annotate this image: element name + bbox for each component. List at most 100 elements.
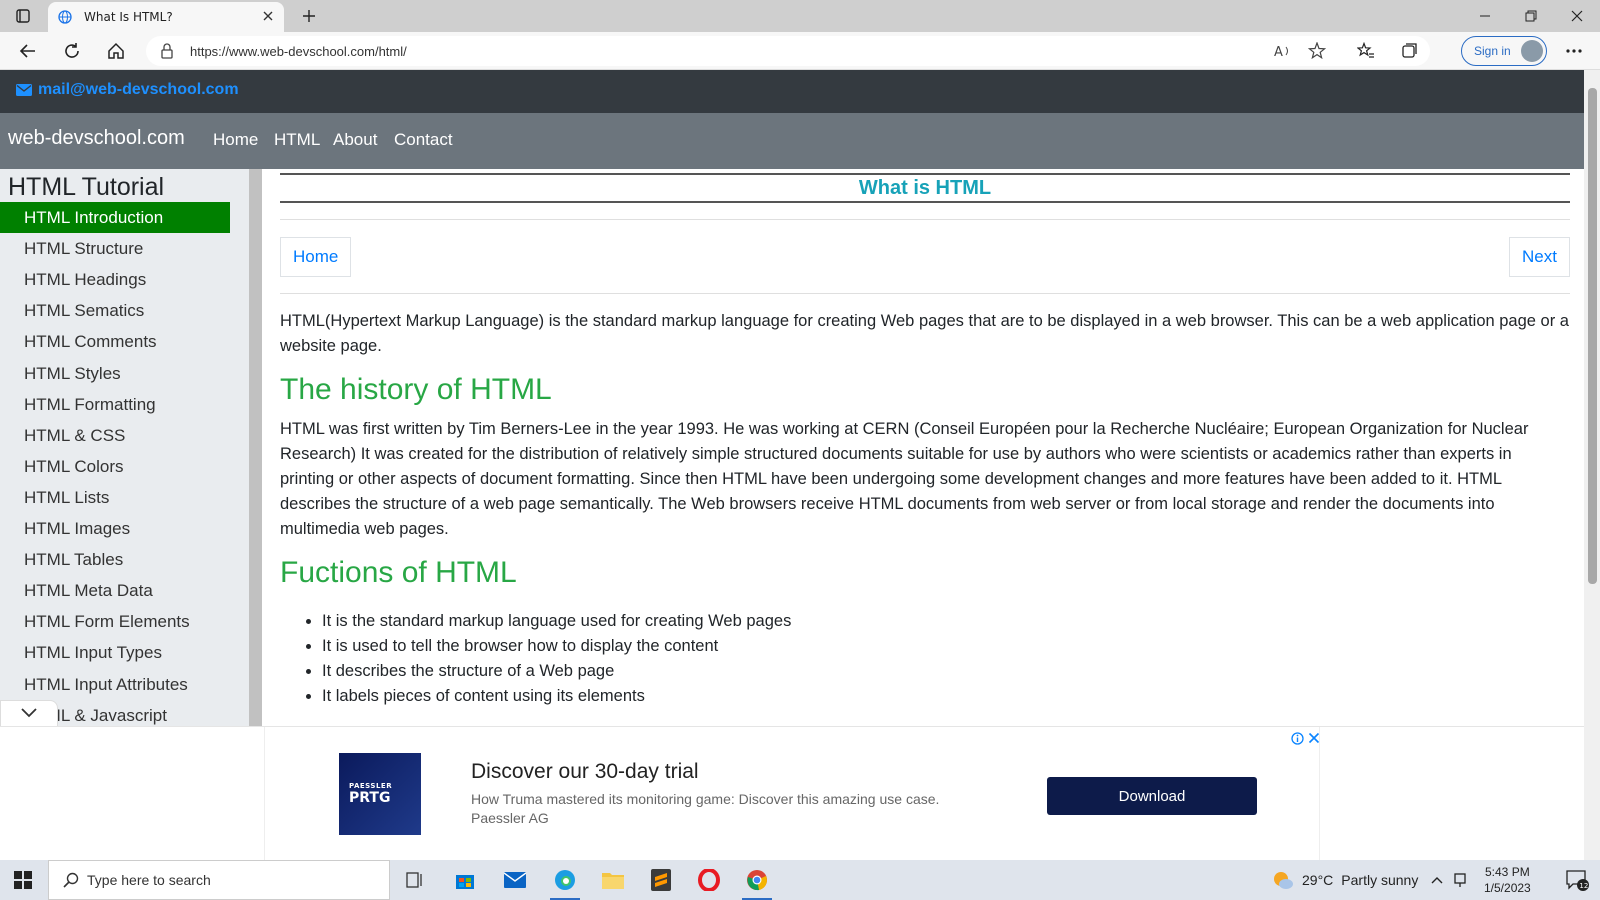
nav-home[interactable]: Home — [213, 130, 258, 150]
email-text: mail@web-devschool.com — [38, 81, 239, 98]
envelope-icon — [16, 84, 32, 96]
ad-container[interactable]: PAESSLER PRTG Discover our 30-day trial … — [264, 727, 1320, 861]
network-icon[interactable] — [1448, 860, 1472, 900]
system-clock[interactable]: 5:43 PM 1/5/2023 — [1484, 864, 1531, 896]
ad-logo[interactable]: PAESSLER PRTG — [339, 753, 421, 835]
back-icon[interactable] — [8, 32, 48, 70]
clock-date: 1/5/2023 — [1484, 881, 1531, 895]
file-explorer-icon[interactable] — [590, 860, 636, 900]
task-view-icon[interactable] — [392, 860, 438, 900]
tab-title: What Is HTML? — [84, 10, 173, 24]
mail-icon[interactable] — [492, 860, 538, 900]
sidebar-item[interactable]: HTML Form Elements — [0, 606, 230, 637]
home-icon[interactable] — [96, 32, 136, 70]
avatar — [1521, 40, 1543, 62]
functions-heading: Fuctions of HTML — [280, 556, 517, 589]
sign-in-label: Sign in — [1474, 44, 1511, 58]
close-tab-icon[interactable] — [262, 10, 274, 22]
weather-widget[interactable]: 29°C Partly sunny — [1272, 870, 1418, 890]
refresh-icon[interactable] — [52, 32, 92, 70]
scrollbar-thumb[interactable] — [1588, 88, 1597, 584]
chrome-icon[interactable] — [734, 860, 780, 900]
sign-in-button[interactable]: Sign in — [1461, 36, 1547, 66]
list-item: It is used to tell the browser how to di… — [322, 634, 791, 659]
chevron-up-icon[interactable] — [1426, 860, 1448, 900]
list-item: It labels pieces of content using its el… — [322, 684, 791, 709]
opera-icon[interactable] — [686, 860, 732, 900]
nav-contact[interactable]: Contact — [394, 130, 453, 150]
browser-tab[interactable]: What Is HTML? — [48, 2, 284, 32]
sidebar-item[interactable]: HTML Lists — [0, 482, 230, 513]
sidebar-title: HTML Tutorial — [8, 173, 165, 201]
sidebar-item[interactable]: HTML Input Attributes — [0, 669, 230, 700]
clock-time: 5:43 PM — [1485, 865, 1530, 879]
collections-icon[interactable] — [1390, 32, 1430, 70]
sidebar-item[interactable]: HTML Colors — [0, 451, 230, 482]
ad-title[interactable]: Discover our 30-day trial — [471, 760, 699, 784]
intro-paragraph: HTML(Hypertext Markup Language) is the s… — [280, 312, 1569, 355]
sidebar-item[interactable]: HTML Structure — [0, 233, 230, 264]
next-button[interactable]: Next — [1509, 237, 1570, 277]
read-aloud-icon[interactable]: A — [1274, 43, 1292, 59]
ad-banner: PAESSLER PRTG Discover our 30-day trial … — [0, 726, 1584, 861]
sidebar-item[interactable]: HTML & CSS — [0, 420, 230, 451]
list-item: It is the standard markup language used … — [322, 609, 791, 634]
divider — [280, 293, 1570, 294]
sidebar-item[interactable]: HTML Input Types — [0, 637, 230, 668]
more-options-icon[interactable] — [1554, 32, 1594, 70]
restore-icon[interactable] — [1508, 0, 1554, 32]
sidebar-item[interactable]: HTML Tables — [0, 544, 230, 575]
lock-icon[interactable] — [160, 43, 174, 59]
address-bar-row: https://www.web-devschool.com/html/ A Si… — [0, 32, 1600, 70]
globe-icon — [58, 10, 72, 24]
history-heading: The history of HTML — [280, 373, 552, 406]
functions-list: It is the standard markup language used … — [322, 609, 791, 709]
sidebar-item[interactable]: HTML Headings — [0, 264, 230, 295]
browser-tab-bar: What Is HTML? — [0, 0, 1600, 32]
tutorial-sidebar: HTML Tutorial HTML Introduction HTML Stru… — [0, 169, 250, 726]
download-button[interactable]: Download — [1047, 777, 1257, 815]
edge-browser-icon[interactable] — [542, 860, 588, 900]
svg-text:A: A — [1274, 45, 1283, 59]
notification-count: 12 — [1579, 882, 1588, 890]
sidebar-toggle-button[interactable] — [0, 700, 58, 728]
sublime-text-icon[interactable] — [638, 860, 684, 900]
sidebar-item[interactable]: HTML Meta Data — [0, 575, 230, 606]
microsoft-store-icon[interactable] — [442, 860, 488, 900]
close-ad-icon[interactable] — [1308, 732, 1320, 745]
tab-actions-icon[interactable] — [0, 0, 46, 32]
sidebar-item[interactable]: HTML Formatting — [0, 389, 230, 420]
sidebar-item[interactable]: HTML Images — [0, 513, 230, 544]
notification-icon[interactable]: 12 — [1554, 860, 1600, 900]
search-icon — [63, 872, 79, 888]
temperature: 29°C — [1302, 872, 1334, 888]
windows-start-icon[interactable] — [0, 860, 46, 900]
windows-taskbar: Type here to search 29°C Partly sunny 5:… — [0, 860, 1600, 900]
page-scrollbar[interactable] — [1584, 70, 1600, 860]
info-icon[interactable] — [1291, 732, 1304, 745]
add-favorite-icon[interactable] — [1308, 42, 1326, 60]
nav-about[interactable]: About — [333, 130, 377, 150]
site-navbar: web-devschool.com Home HTML About Contac… — [0, 113, 1584, 169]
email-link[interactable]: mail@web-devschool.com — [16, 81, 239, 99]
nav-html[interactable]: HTML — [274, 130, 320, 150]
sidebar-item[interactable]: HTML Introduction — [0, 202, 230, 233]
partly-sunny-icon — [1272, 870, 1294, 890]
main-content: What is HTML Home Next HTML(Hypertext Ma… — [280, 169, 1570, 726]
ad-logo-small: PAESSLER — [349, 782, 393, 790]
taskbar-search[interactable]: Type here to search — [48, 860, 390, 900]
sidebar-scrollbar[interactable] — [249, 169, 262, 726]
url-text[interactable]: https://www.web-devschool.com/html/ — [190, 44, 407, 59]
sidebar-item[interactable]: HTML Comments — [0, 326, 230, 357]
close-window-icon[interactable] — [1554, 0, 1600, 32]
sidebar-item[interactable]: HTML Sematics — [0, 295, 230, 326]
site-top-bar: mail@web-devschool.com — [0, 70, 1584, 113]
favorites-icon[interactable] — [1346, 32, 1386, 70]
new-tab-icon[interactable] — [286, 0, 332, 32]
sidebar-item[interactable]: HTML Styles — [0, 358, 230, 389]
site-brand[interactable]: web-devschool.com — [8, 127, 185, 150]
minimize-icon[interactable] — [1462, 0, 1508, 32]
url-field[interactable]: https://www.web-devschool.com/html/ A — [146, 36, 1430, 66]
page-title-bar: What is HTML — [280, 173, 1570, 203]
home-button[interactable]: Home — [280, 237, 352, 277]
